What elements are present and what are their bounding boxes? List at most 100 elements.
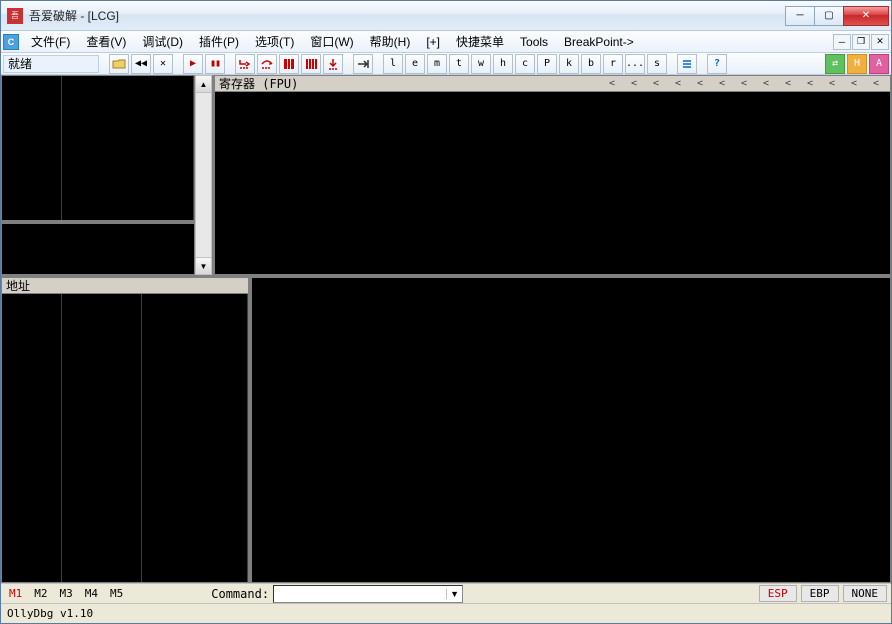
command-input[interactable]: ▼ [273, 585, 463, 603]
bottom-row: 地址 [1, 277, 891, 583]
registers-pane: 寄存器 (FPU) < < < < < < < < < < < < < [214, 75, 891, 275]
help-icon[interactable]: ? [707, 54, 727, 74]
menubar: C 文件(F) 查看(V) 调试(D) 插件(P) 选项(T) 窗口(W) 帮助… [1, 31, 891, 53]
restart-button[interactable]: ◀◀ [131, 54, 151, 74]
chevron-left-icon[interactable]: < [624, 78, 644, 89]
e-button[interactable]: e [405, 54, 425, 74]
close-button[interactable]: ✕ [843, 6, 889, 26]
command-bar: M1 M2 M3 M4 M5 Command: ▼ ESP EBP NONE [1, 583, 891, 603]
m-button[interactable]: m [427, 54, 447, 74]
mdi-icon[interactable]: C [3, 34, 19, 50]
m4-tab[interactable]: M4 [81, 586, 102, 601]
menu-window[interactable]: 窗口(W) [302, 31, 361, 52]
ebp-button[interactable]: EBP [801, 585, 839, 602]
app-window: 吾 吾爱破解 - [LCG] ─ ▢ ✕ C 文件(F) 查看(V) 调试(D)… [0, 0, 892, 624]
stack-pane[interactable] [251, 277, 891, 583]
top-row: ▲ ▼ 寄存器 (FPU) < < < < < < < < < < < < [1, 75, 891, 275]
scroll-down-icon[interactable]: ▼ [196, 257, 211, 274]
more-button[interactable]: ... [625, 54, 645, 74]
execute-till-button[interactable] [323, 54, 343, 74]
disassembly-pane [1, 75, 195, 275]
dump-view[interactable] [1, 294, 249, 583]
chevron-left-icon[interactable]: < [668, 78, 688, 89]
command-dropdown-icon[interactable]: ▼ [446, 589, 462, 599]
chevron-left-icon[interactable]: < [602, 78, 622, 89]
trace-over-button[interactable] [301, 54, 321, 74]
chevron-left-icon[interactable]: < [822, 78, 842, 89]
r-button[interactable]: r [603, 54, 623, 74]
version-label: OllyDbg v1.10 [7, 607, 93, 620]
chevron-left-icon[interactable]: < [690, 78, 710, 89]
s-button[interactable]: s [647, 54, 667, 74]
patches-button[interactable]: P [537, 54, 557, 74]
esp-button[interactable]: ESP [759, 585, 797, 602]
step-into-button[interactable] [235, 54, 255, 74]
mdi-minimize-button[interactable]: ─ [833, 34, 851, 50]
registers-header[interactable]: 寄存器 (FPU) < < < < < < < < < < < < < [214, 75, 891, 92]
t-button[interactable]: t [449, 54, 469, 74]
open-button[interactable] [109, 54, 129, 74]
app-icon: 吾 [7, 8, 23, 24]
chevron-left-icon[interactable]: < [844, 78, 864, 89]
dump-pane: 地址 [1, 277, 249, 583]
disassembly-view[interactable] [1, 75, 195, 221]
chevron-left-icon[interactable]: < [866, 78, 886, 89]
menu-help[interactable]: 帮助(H) [362, 31, 419, 52]
chevron-left-icon[interactable]: < [734, 78, 754, 89]
m1-tab[interactable]: M1 [5, 586, 26, 601]
list-icon[interactable] [677, 54, 697, 74]
menu-breakpoint[interactable]: BreakPoint-> [556, 33, 642, 51]
run-button[interactable]: ▶ [183, 54, 203, 74]
chevron-left-icon[interactable]: < [778, 78, 798, 89]
menu-options[interactable]: 选项(T) [247, 31, 302, 52]
mdi-close-button[interactable]: ✕ [871, 34, 889, 50]
h-button[interactable]: h [493, 54, 513, 74]
pink-tool-button[interactable]: A [869, 54, 889, 74]
info-pane[interactable] [1, 223, 195, 275]
menu-debug[interactable]: 调试(D) [134, 31, 191, 52]
step-over-button[interactable] [257, 54, 277, 74]
scroll-up-icon[interactable]: ▲ [196, 76, 211, 93]
registers-label: 寄存器 (FPU) [219, 75, 298, 92]
chevron-left-icon[interactable]: < [646, 78, 666, 89]
pause-button[interactable]: ▮▮ [205, 54, 225, 74]
w-button[interactable]: w [471, 54, 491, 74]
green-tool-button[interactable]: ⇄ [825, 54, 845, 74]
close-prog-button[interactable]: ✕ [153, 54, 173, 74]
address-label: 地址 [6, 277, 30, 294]
dump-header[interactable]: 地址 [1, 277, 249, 294]
chevron-left-icon[interactable]: < [800, 78, 820, 89]
m5-tab[interactable]: M5 [106, 586, 127, 601]
titlebar: 吾 吾爱破解 - [LCG] ─ ▢ ✕ [1, 1, 891, 31]
command-label: Command: [211, 587, 269, 601]
menu-plugins[interactable]: 插件(P) [191, 31, 247, 52]
statusbar: OllyDbg v1.10 [1, 603, 891, 623]
orange-tool-button[interactable]: H [847, 54, 867, 74]
m2-tab[interactable]: M2 [30, 586, 51, 601]
menu-view[interactable]: 查看(V) [78, 31, 134, 52]
registers-view[interactable] [214, 92, 891, 275]
disasm-scrollbar[interactable]: ▲ ▼ [195, 75, 212, 275]
chevron-left-icon[interactable]: < [712, 78, 732, 89]
mdi-restore-button[interactable]: ❐ [852, 34, 870, 50]
l-button[interactable]: l [383, 54, 403, 74]
chevron-left-icon[interactable]: < [756, 78, 776, 89]
m3-tab[interactable]: M3 [56, 586, 77, 601]
trace-into-button[interactable] [279, 54, 299, 74]
maximize-button[interactable]: ▢ [814, 6, 844, 26]
goto-button[interactable] [353, 54, 373, 74]
status-ready: 就绪 [3, 55, 99, 73]
c-button[interactable]: c [515, 54, 535, 74]
none-button[interactable]: NONE [843, 585, 888, 602]
window-title: 吾爱破解 - [LCG] [29, 7, 786, 24]
workspace: ▲ ▼ 寄存器 (FPU) < < < < < < < < < < < < [1, 75, 891, 583]
window-buttons: ─ ▢ ✕ [786, 6, 889, 26]
menu-quickmenu[interactable]: 快捷菜单 [448, 31, 512, 52]
menu-tools[interactable]: Tools [512, 33, 556, 51]
b-button[interactable]: b [581, 54, 601, 74]
toolbar: 就绪 ◀◀ ✕ ▶ ▮▮ l e m t w h c P k b r ... s… [1, 53, 891, 75]
menu-plus[interactable]: [+] [418, 33, 448, 51]
k-button[interactable]: k [559, 54, 579, 74]
menu-file[interactable]: 文件(F) [23, 31, 78, 52]
minimize-button[interactable]: ─ [785, 6, 815, 26]
